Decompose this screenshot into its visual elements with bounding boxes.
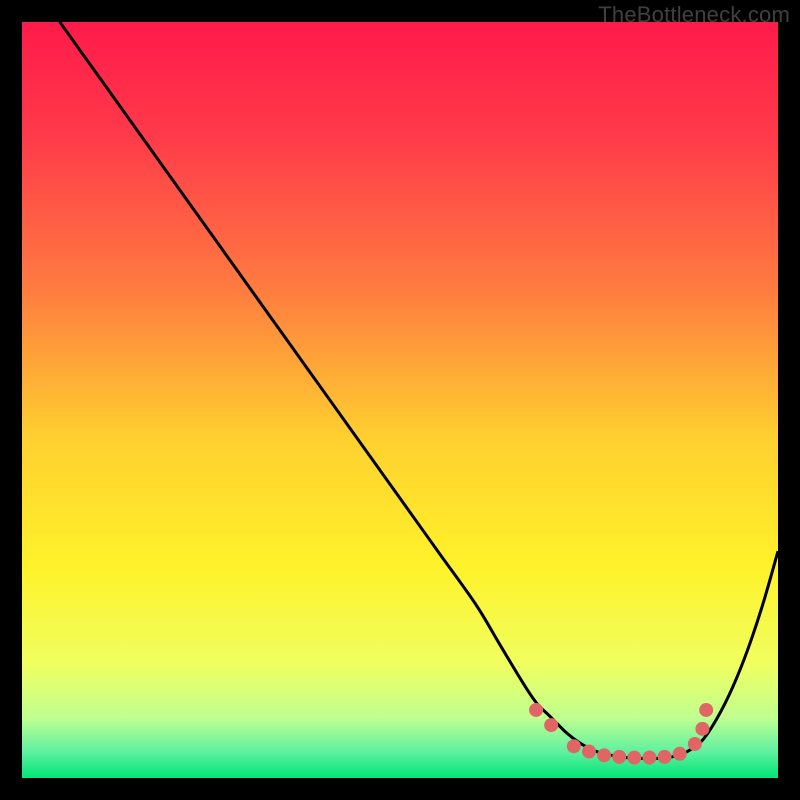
highlight-dot <box>582 745 596 759</box>
highlight-dot <box>529 703 543 717</box>
outer-frame: TheBottleneck.com <box>0 0 800 800</box>
gradient-background <box>22 22 778 778</box>
highlight-dot <box>642 751 656 765</box>
watermark-text: TheBottleneck.com <box>598 2 790 28</box>
highlight-dot <box>695 722 709 736</box>
highlight-dot <box>597 748 611 762</box>
highlight-dot <box>673 747 687 761</box>
highlight-dot <box>688 737 702 751</box>
highlight-dot <box>699 703 713 717</box>
highlight-dot <box>627 751 641 765</box>
bottleneck-chart <box>22 22 778 778</box>
highlight-dot <box>567 739 581 753</box>
plot-area <box>22 22 778 778</box>
highlight-dot <box>544 718 558 732</box>
highlight-dot <box>658 750 672 764</box>
highlight-dot <box>612 750 626 764</box>
